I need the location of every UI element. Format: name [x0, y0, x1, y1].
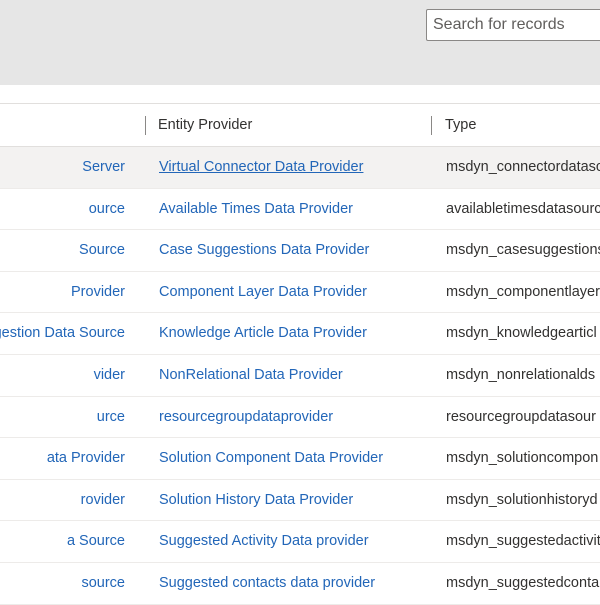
name-link[interactable]: Source [79, 242, 125, 258]
type-cell: msdyn_solutioncompon [446, 450, 599, 467]
search-box[interactable] [426, 9, 600, 41]
name-link[interactable]: Server [82, 159, 125, 175]
type-cell: msdyn_casesuggestions [446, 242, 600, 259]
name-link[interactable]: ata Provider [47, 450, 125, 466]
provider-link[interactable]: Case Suggestions Data Provider [159, 242, 369, 258]
name-link[interactable]: ource [89, 201, 125, 217]
type-cell: msdyn_suggestedactivit [446, 533, 600, 550]
table-row[interactable]: ata Provider Solution Component Data Pro… [0, 438, 600, 480]
name-link[interactable]: rovider [81, 492, 125, 508]
provider-link[interactable]: Component Layer Data Provider [159, 284, 367, 300]
provider-link[interactable]: Knowledge Article Data Provider [159, 325, 367, 341]
name-link[interactable]: Provider [71, 284, 125, 300]
table-row[interactable]: ource Available Times Data Provider avai… [0, 189, 600, 231]
type-cell: resourcegroupdatasour [446, 408, 596, 425]
table-row[interactable]: Source Case Suggestions Data Provider ms… [0, 230, 600, 272]
type-cell: msdyn_solutionhistoryd [446, 491, 598, 508]
name-link[interactable]: gestion Data Source [0, 325, 125, 341]
provider-link[interactable]: Suggested contacts data provider [159, 575, 375, 591]
type-cell: msdyn_connectordatasc [446, 159, 600, 175]
name-link[interactable]: urce [97, 409, 125, 425]
column-resize-handle[interactable] [431, 116, 432, 135]
name-link[interactable]: a Source [67, 533, 125, 549]
provider-link[interactable]: Virtual Connector Data Provider [159, 159, 363, 175]
provider-link[interactable]: NonRelational Data Provider [159, 367, 343, 383]
type-cell: msdyn_suggestedconta [446, 574, 600, 591]
table-row[interactable]: gestion Data Source Knowledge Article Da… [0, 313, 600, 355]
column-header-type[interactable]: Type [445, 117, 476, 133]
type-cell: msdyn_componentlayer [446, 283, 600, 300]
grid-header: Entity Provider Type [0, 103, 600, 147]
type-cell: availabletimesdatasourc [446, 200, 600, 217]
provider-link[interactable]: resourcegroupdataprovider [159, 409, 333, 425]
search-input[interactable] [427, 10, 600, 40]
command-bar [0, 0, 600, 85]
provider-link[interactable]: Suggested Activity Data provider [159, 533, 369, 549]
table-row[interactable]: Server Virtual Connector Data Provider m… [0, 147, 600, 189]
table-row[interactable]: vider NonRelational Data Provider msdyn_… [0, 355, 600, 397]
column-header-entity-provider[interactable]: Entity Provider [158, 117, 252, 133]
provider-link[interactable]: Solution Component Data Provider [159, 450, 383, 466]
provider-link[interactable]: Solution History Data Provider [159, 492, 353, 508]
records-grid: Entity Provider Type Server Virtual Conn… [0, 103, 600, 605]
table-row[interactable]: urce resourcegroupdataprovider resourceg… [0, 397, 600, 439]
column-resize-handle[interactable] [145, 116, 146, 135]
name-link[interactable]: vider [94, 367, 125, 383]
type-cell: msdyn_knowledgearticl [446, 325, 597, 342]
name-link[interactable]: source [81, 575, 125, 591]
table-row[interactable]: source Suggested contacts data provider … [0, 563, 600, 605]
table-row[interactable]: rovider Solution History Data Provider m… [0, 480, 600, 522]
table-row[interactable]: a Source Suggested Activity Data provide… [0, 521, 600, 563]
table-row[interactable]: Provider Component Layer Data Provider m… [0, 272, 600, 314]
provider-link[interactable]: Available Times Data Provider [159, 201, 353, 217]
type-cell: msdyn_nonrelationalds [446, 366, 596, 383]
